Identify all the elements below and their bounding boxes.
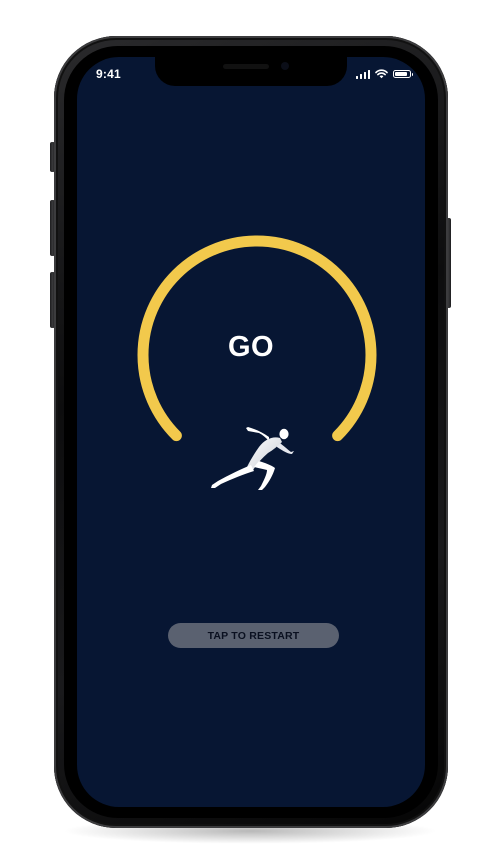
speaker-grille	[223, 64, 269, 69]
notch	[155, 57, 347, 86]
status-time: 9:41	[96, 67, 121, 81]
timer-label: GO	[227, 331, 275, 363]
battery-level	[395, 72, 407, 76]
runner-icon	[211, 427, 294, 490]
status-icons	[355, 69, 413, 79]
signal-icon	[355, 69, 370, 79]
battery-icon	[393, 70, 413, 78]
front-camera	[281, 62, 289, 70]
wifi-icon	[375, 69, 388, 79]
app-screen: 9:41 GO TAP TO RESTART	[77, 57, 425, 807]
restart-button[interactable]: TAP TO RESTART	[168, 623, 339, 648]
